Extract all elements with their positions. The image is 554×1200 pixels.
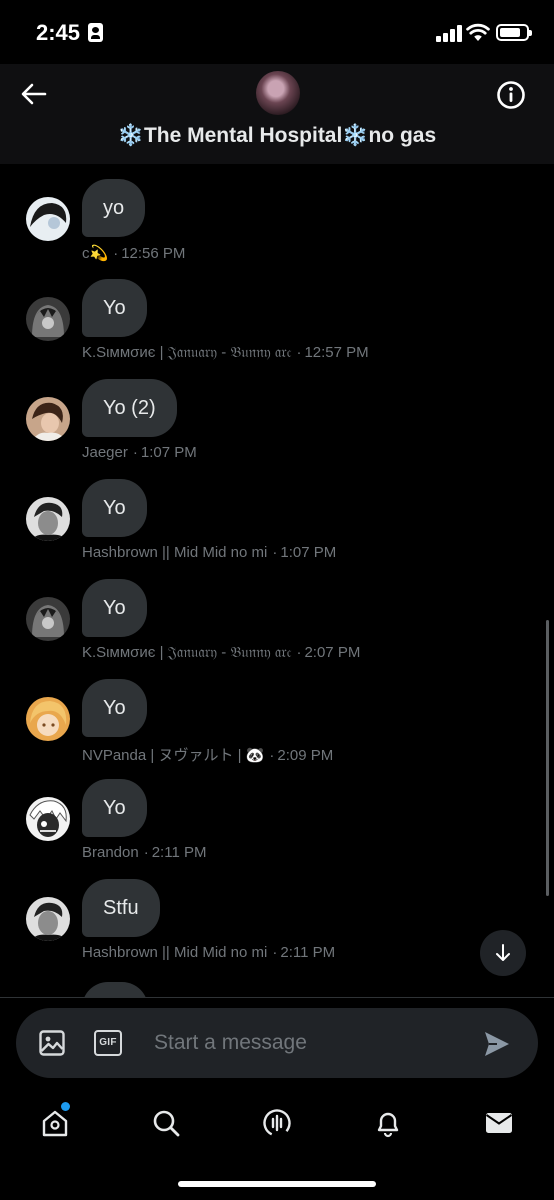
info-icon bbox=[497, 81, 525, 109]
message-time: 2:07 PM bbox=[304, 644, 361, 661]
message-meta: Brandon · 2:11 PM bbox=[82, 844, 207, 861]
tab-notifications[interactable] bbox=[371, 1106, 405, 1140]
divider bbox=[0, 997, 554, 998]
message-item: Yo Hashbrown || Mid Mid no mi · 1:07 PM bbox=[0, 464, 554, 564]
message-meta: K.Sιммσиє | 𝔍𝔞𝔫𝔲𝔞𝔯𝔶 - 𝔅𝔲𝔫𝔫𝔶 𝔞𝔯𝔠 · 2:07 PM bbox=[82, 644, 361, 661]
conversation-header: ❄️The Mental Hospital❄️no gas bbox=[0, 64, 554, 164]
message-bubble[interactable]: Yo (2) bbox=[82, 379, 177, 437]
message-meta: c💫 · 12:56 PM bbox=[82, 245, 186, 262]
message-bubble-partial[interactable] bbox=[82, 982, 148, 998]
search-icon bbox=[153, 1110, 180, 1137]
message-author: c💫 bbox=[82, 245, 109, 262]
scrollbar[interactable] bbox=[546, 620, 549, 896]
message-bubble[interactable]: Stfu bbox=[82, 879, 160, 937]
avatar[interactable] bbox=[26, 797, 70, 841]
unread-indicator bbox=[61, 1102, 70, 1111]
back-arrow-icon bbox=[21, 83, 47, 105]
send-icon[interactable] bbox=[482, 1029, 512, 1059]
message-author: K.Sιммσиє | 𝔍𝔞𝔫𝔲𝔞𝔯𝔶 - 𝔅𝔲𝔫𝔫𝔶 𝔞𝔯𝔠 bbox=[82, 644, 292, 661]
message-author: Hashbrown || Mid Mid no mi bbox=[82, 544, 268, 561]
message-author: Hashbrown || Mid Mid no mi bbox=[82, 944, 268, 961]
message-bubble[interactable]: Yo bbox=[82, 479, 147, 537]
image-icon[interactable] bbox=[38, 1029, 66, 1057]
message-meta: Hashbrown || Mid Mid no mi · 1:07 PM bbox=[82, 544, 337, 561]
message-author: Brandon bbox=[82, 844, 139, 861]
message-time: 1:07 PM bbox=[280, 544, 337, 561]
message-meta: NVPanda | ヌヴァルト | 🐼 · 2:09 PM bbox=[82, 747, 334, 764]
snowflake-icon: ❄️ bbox=[342, 124, 369, 147]
tab-search[interactable] bbox=[149, 1106, 183, 1140]
message-author: K.Sιммσиє | 𝔍𝔞𝔫𝔲𝔞𝔯𝔶 - 𝔅𝔲𝔫𝔫𝔶 𝔞𝔯𝔠 bbox=[82, 344, 292, 361]
avatar[interactable] bbox=[26, 197, 70, 241]
avatar[interactable] bbox=[26, 397, 70, 441]
conversation-info-button[interactable] bbox=[492, 76, 530, 114]
avatar[interactable] bbox=[26, 597, 70, 641]
message-item: Yo (2) Jaeger · 1:07 PM bbox=[0, 364, 554, 464]
home-indicator bbox=[178, 1181, 376, 1187]
avatar[interactable] bbox=[26, 697, 70, 741]
message-bubble[interactable]: Yo bbox=[82, 779, 147, 837]
avatar[interactable] bbox=[26, 297, 70, 341]
snowflake-icon: ❄️ bbox=[117, 124, 144, 147]
message-meta: Hashbrown || Mid Mid no mi · 2:11 PM bbox=[82, 944, 336, 961]
battery-icon bbox=[496, 24, 532, 41]
group-title[interactable]: ❄️The Mental Hospital❄️no gas bbox=[0, 124, 554, 148]
message-time: 2:11 PM bbox=[280, 944, 336, 961]
home-icon bbox=[42, 1110, 68, 1137]
wifi-icon bbox=[466, 23, 490, 41]
message-item: yo c💫 · 12:56 PM bbox=[0, 164, 554, 264]
arrow-down-icon bbox=[496, 944, 510, 961]
message-item: Stfu Hashbrown || Mid Mid no mi · 2:11 PM bbox=[0, 864, 554, 964]
message-author: NVPanda | ヌヴァルト | 🐼 bbox=[82, 747, 265, 764]
message-item: Yo NVPanda | ヌヴァルト | 🐼 · 2:09 PM bbox=[0, 664, 554, 764]
tab-home[interactable] bbox=[38, 1106, 72, 1140]
group-avatar[interactable] bbox=[256, 71, 300, 115]
group-title-suffix: no gas bbox=[368, 124, 437, 147]
message-item: Yo K.Sιммσиє | 𝔍𝔞𝔫𝔲𝔞𝔯𝔶 - 𝔅𝔲𝔫𝔫𝔶 𝔞𝔯𝔠 · 2:07 … bbox=[0, 564, 554, 664]
avatar[interactable] bbox=[26, 497, 70, 541]
notifications-icon bbox=[377, 1112, 399, 1138]
message-item: Yo K.Sιммσиє | 𝔍𝔞𝔫𝔲𝔞𝔯𝔶 - 𝔅𝔲𝔫𝔫𝔶 𝔞𝔯𝔠 · 12:57… bbox=[0, 264, 554, 364]
avatar[interactable] bbox=[26, 897, 70, 941]
group-title-text: The Mental Hospital bbox=[143, 124, 343, 147]
message-input[interactable] bbox=[154, 1024, 474, 1062]
message-author: Jaeger bbox=[82, 444, 128, 461]
tab-spaces[interactable] bbox=[260, 1106, 294, 1140]
message-time: 12:56 PM bbox=[121, 245, 186, 262]
gif-button[interactable]: GIF bbox=[94, 1030, 122, 1056]
message-item: Yo Brandon · 2:11 PM bbox=[0, 764, 554, 864]
status-time: 2:45 bbox=[36, 20, 81, 45]
message-bubble[interactable]: Yo bbox=[82, 679, 147, 737]
message-meta: K.Sιммσиє | 𝔍𝔞𝔫𝔲𝔞𝔯𝔶 - 𝔅𝔲𝔫𝔫𝔶 𝔞𝔯𝔠 · 12:57 PM bbox=[82, 344, 369, 361]
message-bubble[interactable]: Yo bbox=[82, 279, 147, 337]
message-composer: GIF bbox=[16, 1008, 538, 1078]
message-meta: Jaeger · 1:07 PM bbox=[82, 444, 197, 461]
scroll-to-bottom-button[interactable] bbox=[480, 930, 526, 976]
message-time: 12:57 PM bbox=[304, 344, 369, 361]
back-button[interactable] bbox=[14, 74, 54, 114]
contact-card-icon bbox=[88, 23, 103, 42]
message-bubble[interactable]: yo bbox=[82, 179, 146, 237]
status-bar: 2:45 bbox=[0, 0, 554, 64]
messages-icon bbox=[485, 1113, 513, 1133]
message-time: 2:11 PM bbox=[151, 844, 207, 861]
spaces-icon bbox=[263, 1109, 291, 1137]
message-bubble[interactable]: Yo bbox=[82, 579, 147, 637]
message-list[interactable]: yo c💫 · 12:56 PM Yo K.Sιммσиє | 𝔍𝔞𝔫𝔲𝔞𝔯𝔶 - … bbox=[0, 164, 554, 998]
cellular-signal-icon bbox=[436, 24, 462, 42]
message-time: 1:07 PM bbox=[140, 444, 197, 461]
tab-messages[interactable] bbox=[482, 1106, 516, 1140]
bottom-tab-bar bbox=[0, 1092, 554, 1152]
message-time: 2:09 PM bbox=[277, 747, 334, 764]
